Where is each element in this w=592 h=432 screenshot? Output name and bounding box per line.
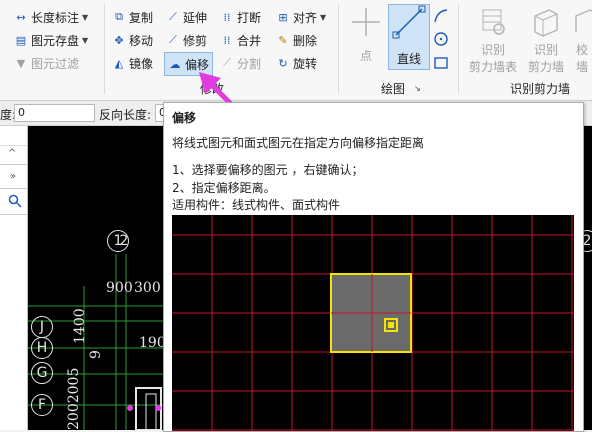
preview-grid xyxy=(172,215,574,431)
merge-button[interactable]: ⁞⁞ 合并 xyxy=(220,30,262,50)
offset-tooltip: 偏移 将线式图元和面式图元在指定方向偏移指定距离 1、选择要偏移的图元 ，右键确… xyxy=(163,102,584,432)
move-icon: ✥ xyxy=(114,33,124,47)
save-disk-icon: ▤ xyxy=(15,33,27,47)
recognize-shear-wall-table-button[interactable]: 识别 剪力墙表 xyxy=(466,6,520,75)
point-button[interactable]: 点 xyxy=(348,6,384,66)
element-save-button[interactable]: ▤ 图元存盘 ▼ xyxy=(14,30,88,50)
dimension-text: 190 xyxy=(139,335,166,351)
reverse-length-label: 反向长度: xyxy=(99,108,152,122)
tooltip-step-2: 2、指定偏移距离。 xyxy=(172,181,276,195)
chevron-down-icon[interactable]: ▼ xyxy=(320,13,326,22)
divider xyxy=(0,164,27,165)
ribbon-separator xyxy=(458,4,459,94)
chevron-down-icon[interactable]: ▼ xyxy=(82,36,88,45)
draw-group-label: 绘图 xyxy=(381,82,406,96)
recognize-shear-wall-button[interactable]: 识别 剪力墙 xyxy=(522,6,570,75)
dimension-text: 1400 xyxy=(72,308,88,344)
length-dimension-icon: ↔ xyxy=(16,10,26,24)
ribbon-separator xyxy=(338,4,339,94)
line-icon xyxy=(392,5,426,39)
ribbon-separator xyxy=(104,4,105,94)
dimension-text: 9 xyxy=(88,350,104,359)
check-wall-icon xyxy=(575,9,592,32)
rotate-icon: ↻ xyxy=(278,56,288,70)
dimension-text: 2002005 xyxy=(66,367,82,430)
left-panel: ^ » xyxy=(0,126,28,430)
divider xyxy=(0,214,27,215)
axis-label-J: J xyxy=(31,316,53,338)
tooltip-applicable: 适用构件：线式构件、面式构件 xyxy=(172,198,341,212)
line-button[interactable]: 直线 xyxy=(388,4,430,70)
axis-label-F: F xyxy=(31,394,53,416)
chevron-down-icon[interactable]: ▼ xyxy=(82,13,88,22)
trim-button[interactable]: ⟋ 修剪 xyxy=(166,30,207,50)
mirror-icon: ◭ xyxy=(114,56,124,70)
copy-icon: ⧉ xyxy=(115,10,123,23)
rectangle-tool-icon[interactable] xyxy=(433,55,449,71)
merge-icon: ⁞⁞ xyxy=(223,33,231,47)
trim-icon: ⟋ xyxy=(169,33,177,46)
length-input[interactable]: 0 xyxy=(14,104,95,122)
move-button[interactable]: ✥ 移动 xyxy=(112,30,153,50)
dimension-text: 900 xyxy=(106,280,133,296)
axis-label-H: H xyxy=(31,337,53,359)
align-icon: ⊞ xyxy=(278,10,288,24)
break-button[interactable]: ⁞⁞ 打断 xyxy=(220,7,262,27)
ribbon: ↔ 长度标注 ▼ ▤ 图元存盘 ▼ ▼ 图元过滤 ⧉ 复制 ✥ 移动 ◭ 镜像 ⟋ … xyxy=(0,0,592,101)
shear-wall-table-icon xyxy=(482,9,505,35)
panel-row xyxy=(0,131,27,146)
tooltip-title: 偏移 xyxy=(172,111,197,125)
tooltip-preview-image xyxy=(172,215,574,431)
check-shear-wall-button[interactable]: 校 墙 xyxy=(572,6,592,75)
extend-button[interactable]: ⟋ 延伸 xyxy=(166,7,207,27)
split-icon: ⟋ xyxy=(223,56,231,69)
axis-label-G: G xyxy=(31,362,53,384)
search-icon[interactable] xyxy=(8,194,22,208)
tooltip-description: 将线式图元和面式图元在指定方向偏移指定距离 xyxy=(172,136,425,150)
copy-button[interactable]: ⧉ 复制 xyxy=(112,7,153,27)
circle-tool-icon[interactable] xyxy=(433,31,449,47)
rotate-button[interactable]: ↻ 旋转 xyxy=(276,53,317,73)
length-dimension-button[interactable]: ↔ 长度标注 ▼ xyxy=(14,7,88,27)
point-icon xyxy=(352,8,380,36)
arc-tool-icon[interactable] xyxy=(433,8,449,24)
axis-label-2: 2 xyxy=(119,233,129,249)
shear-wall-icon xyxy=(534,9,558,37)
shear-wall-group-label: 识别剪力墙 xyxy=(510,82,571,96)
draw-group-expander-icon[interactable]: ↘ xyxy=(414,84,421,93)
dimension-text: 300 xyxy=(134,280,161,296)
element-filter-button[interactable]: ▼ 图元过滤 xyxy=(14,53,79,73)
mirror-button[interactable]: ◭ 镜像 xyxy=(112,53,153,73)
break-icon: ⁞⁞ xyxy=(223,10,231,24)
expand-icon[interactable]: » xyxy=(10,171,16,182)
tooltip-step-1: 1、选择要偏移的图元 ，右键确认； xyxy=(172,163,364,177)
align-button[interactable]: ⊞ 对齐 ▼ xyxy=(276,7,326,27)
collapse-icon[interactable]: ^ xyxy=(8,148,16,159)
delete-button[interactable]: ✎ 删除 xyxy=(276,30,317,50)
filter-icon: ▼ xyxy=(16,56,26,70)
extend-icon: ⟋ xyxy=(169,10,177,23)
eraser-icon: ✎ xyxy=(278,33,288,47)
offset-icon: ☁ xyxy=(169,57,181,71)
divider xyxy=(0,188,27,189)
